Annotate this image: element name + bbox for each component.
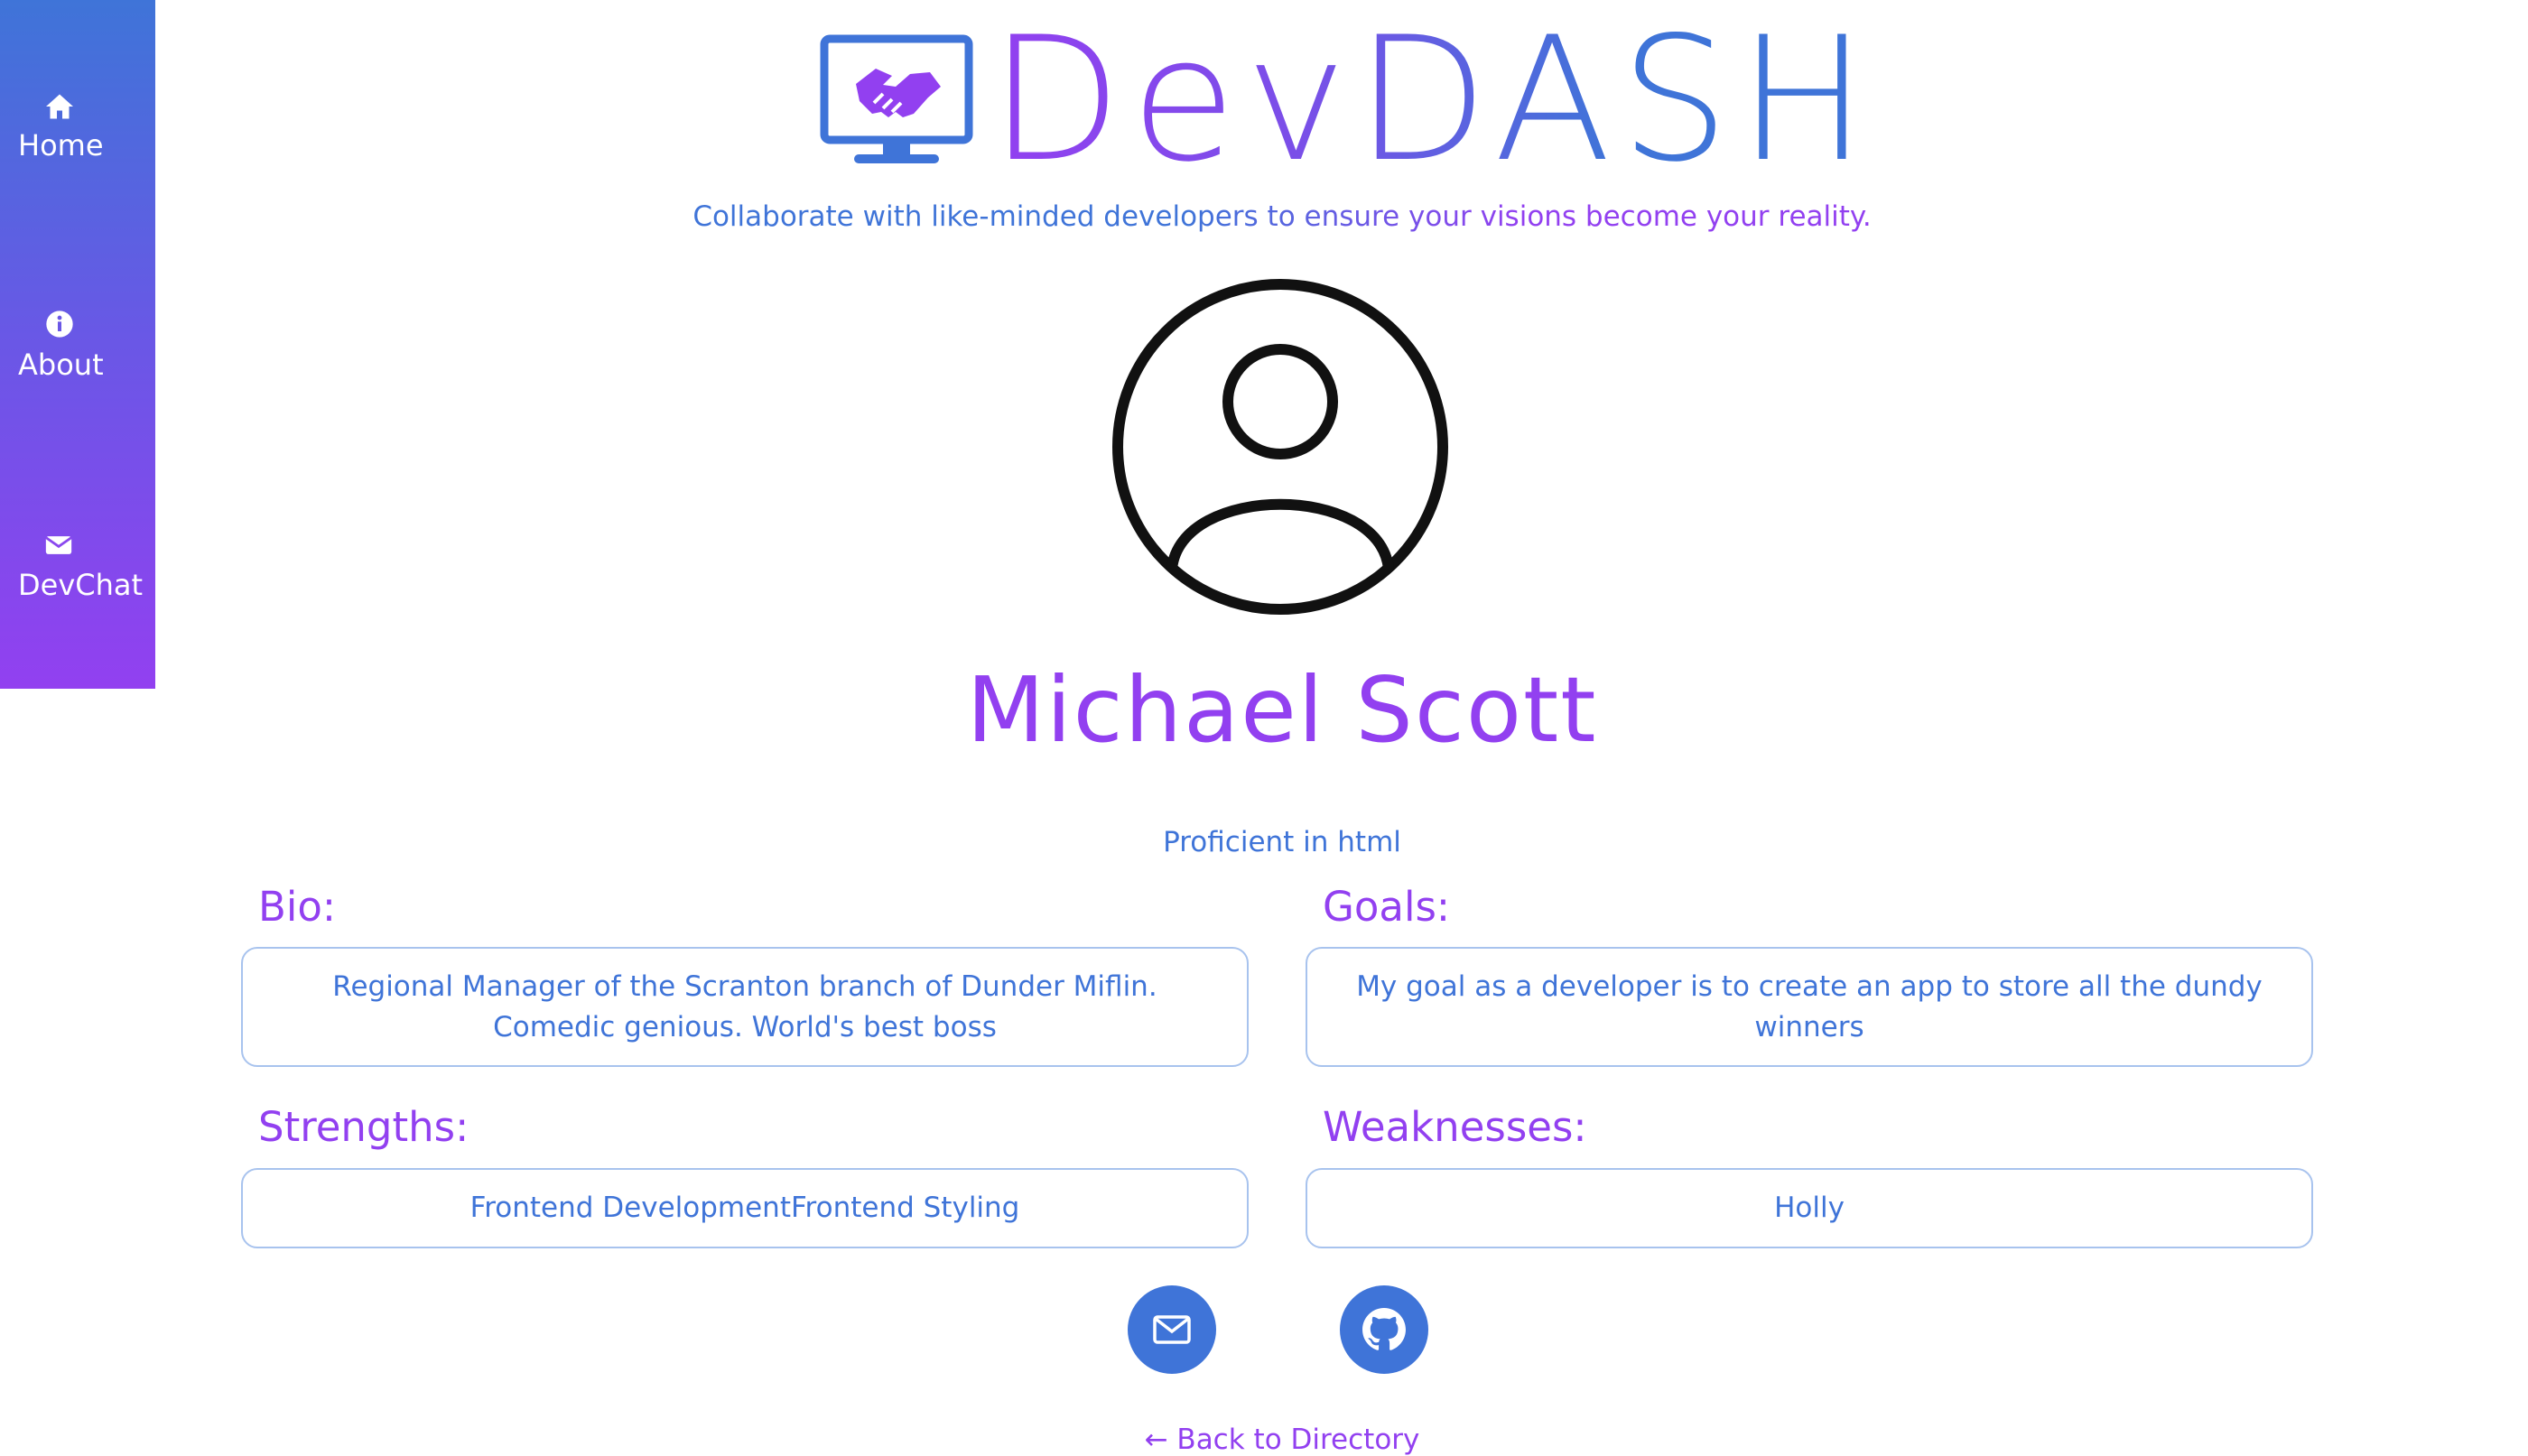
info-icon <box>46 311 73 338</box>
strengths-text: Frontend DevelopmentFrontend Styling <box>469 1192 1020 1224</box>
avatar <box>1112 279 1448 615</box>
mail-icon <box>1153 1315 1191 1344</box>
goals-label: Goals: <box>1323 883 1451 931</box>
proficiency-text: Proficient in html <box>1163 826 1401 858</box>
monitor-handshake-icon <box>820 34 973 163</box>
envelope-icon <box>45 536 72 554</box>
sidebar-item-label: Home <box>18 128 104 162</box>
bio-box: Regional Manager of the Scranton branch … <box>241 947 1249 1067</box>
devdash-logo[interactable]: DevDASH <box>820 14 1867 186</box>
sidebar-item-label: About <box>18 348 104 382</box>
weaknesses-box: Holly <box>1306 1168 2313 1248</box>
bio-text: Regional Manager of the Scranton branch … <box>332 969 1157 1043</box>
sidebar: Home About DevChat <box>0 0 155 689</box>
strengths-label: Strengths: <box>258 1103 469 1151</box>
sidebar-item-about[interactable]: About <box>0 310 155 400</box>
bio-label: Bio: <box>258 883 337 931</box>
goals-text: My goal as a developer is to create an a… <box>1356 969 2263 1043</box>
home-icon <box>46 94 73 119</box>
email-button[interactable] <box>1128 1285 1216 1374</box>
github-button[interactable] <box>1340 1285 1428 1374</box>
github-icon <box>1362 1308 1406 1350</box>
weaknesses-label: Weaknesses: <box>1323 1103 1587 1151</box>
logo-text: DevDASH <box>990 0 1877 199</box>
profile-name: Michael Scott <box>966 657 1598 763</box>
tagline: Collaborate with like-minded developers … <box>686 200 1878 233</box>
weaknesses-text: Holly <box>1774 1192 1845 1224</box>
goals-box: My goal as a developer is to create an a… <box>1306 947 2313 1067</box>
strengths-box: Frontend DevelopmentFrontend Styling <box>241 1168 1249 1248</box>
back-to-directory-link[interactable]: ← Back to Directory <box>0 1424 2528 1456</box>
tagline-container: Collaborate with like-minded developers … <box>686 200 1878 240</box>
sidebar-item-home[interactable]: Home <box>0 90 155 181</box>
sidebar-item-label: DevChat <box>18 568 144 602</box>
sidebar-item-devchat[interactable]: DevChat <box>0 530 155 620</box>
